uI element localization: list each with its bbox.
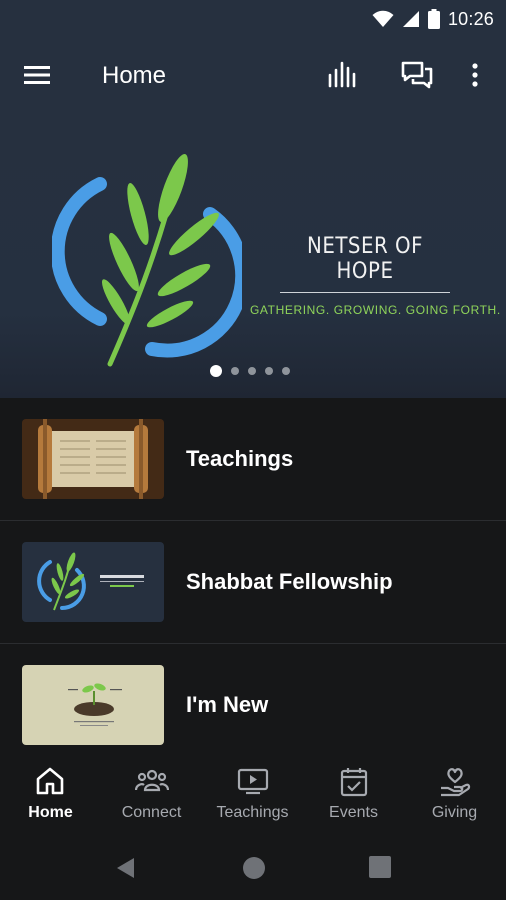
clock: 10:26 xyxy=(447,8,494,29)
nav-tab-label: Home xyxy=(28,804,73,821)
status-bar: 10:26 xyxy=(0,0,506,38)
heart-hand-icon xyxy=(441,768,471,797)
scroll-thumbnail xyxy=(22,419,164,499)
overflow-menu-icon[interactable] xyxy=(460,58,490,92)
carousel-dot[interactable] xyxy=(282,367,290,375)
video-play-icon xyxy=(237,768,269,795)
app-bar: Home xyxy=(0,38,506,112)
calendar-check-icon xyxy=(340,768,368,797)
carousel-indicator xyxy=(210,365,290,377)
nav-tab-label: Giving xyxy=(431,804,478,821)
nav-tab-home[interactable]: Home xyxy=(0,746,101,840)
carousel-dot[interactable] xyxy=(231,367,239,375)
list-item-im-new[interactable]: I'm New xyxy=(0,644,506,746)
brand-name: NETSER OF HOPE xyxy=(280,234,450,293)
content-list: Teachings Shabbat Fellowship I'm New xyxy=(0,398,506,746)
brand-block: NETSER OF HOPE GATHERING. GROWING. GOING… xyxy=(250,234,501,317)
nav-tab-label: Events xyxy=(329,804,378,821)
list-item-teachings[interactable]: Teachings xyxy=(0,398,506,521)
podcast-bars-icon[interactable] xyxy=(326,58,360,92)
people-icon xyxy=(135,769,169,792)
brand-tagline: GATHERING. GROWING. GOING FORTH. xyxy=(250,303,501,317)
signal-icon xyxy=(402,11,419,27)
chat-bubbles-icon[interactable] xyxy=(400,58,434,92)
seedling-thumbnail xyxy=(22,665,164,745)
nav-tab-events[interactable]: Events xyxy=(303,746,404,840)
list-item-label: Shabbat Fellowship xyxy=(186,569,393,594)
hamburger-menu-icon[interactable] xyxy=(22,60,52,90)
carousel-dot[interactable] xyxy=(265,367,273,375)
list-item-label: I'm New xyxy=(186,692,269,717)
battery-icon xyxy=(427,9,440,29)
page-title: Home xyxy=(102,62,167,89)
list-item-shabbat-fellowship[interactable]: Shabbat Fellowship xyxy=(0,521,506,644)
logo-thumbnail xyxy=(22,542,164,622)
list-item-label: Teachings xyxy=(186,446,294,471)
nav-tab-label: Teachings xyxy=(216,804,289,821)
nav-tab-connect[interactable]: Connect xyxy=(101,746,202,840)
bottom-navigation: Home Connect Teachings Events Giving xyxy=(0,746,506,840)
home-icon xyxy=(36,767,64,795)
carousel-dot[interactable] xyxy=(210,365,222,377)
nav-tab-label: Connect xyxy=(121,804,182,821)
nav-tab-teachings[interactable]: Teachings xyxy=(202,746,303,840)
carousel-dot[interactable] xyxy=(248,367,256,375)
system-navigation-bar xyxy=(0,840,506,900)
home-circle-icon[interactable] xyxy=(242,856,266,880)
nav-tab-giving[interactable]: Giving xyxy=(404,746,505,840)
netser-logo-icon xyxy=(52,154,242,367)
back-triangle-icon[interactable] xyxy=(114,856,138,880)
recents-square-icon[interactable] xyxy=(369,856,391,878)
wifi-icon xyxy=(372,10,394,27)
hero-carousel[interactable]: NETSER OF HOPE GATHERING. GROWING. GOING… xyxy=(0,112,506,398)
